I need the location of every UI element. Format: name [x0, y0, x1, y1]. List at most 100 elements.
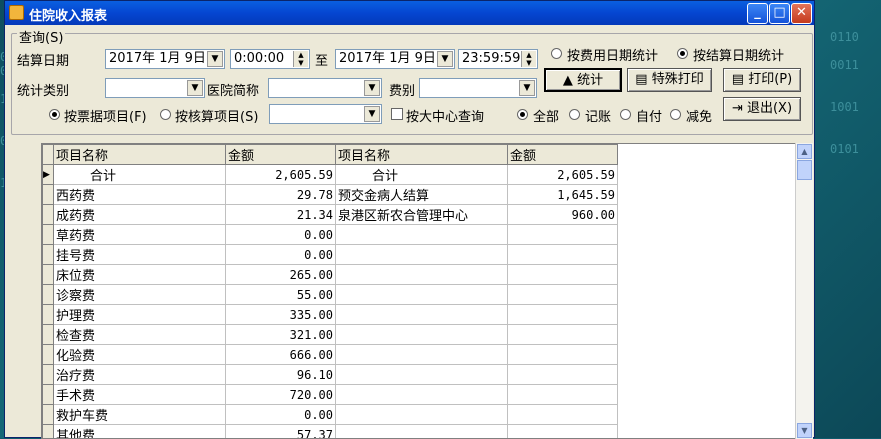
cell-amount[interactable]: 0.00	[226, 225, 336, 245]
cell-amount[interactable]: 720.00	[226, 385, 336, 405]
table-row[interactable]: 化验费666.00	[43, 345, 618, 365]
cell-item-name-2[interactable]	[336, 405, 508, 425]
cell-amount-2[interactable]	[508, 345, 618, 365]
cell-item-name[interactable]: 护理费	[54, 305, 226, 325]
waive-label[interactable]: 减免	[686, 106, 712, 125]
big-center-label[interactable]: 按大中心查询	[406, 106, 484, 125]
category-select[interactable]: ▼	[105, 78, 205, 98]
table-row[interactable]: 草药费0.00	[43, 225, 618, 245]
settle-date-radio[interactable]	[677, 48, 688, 59]
cell-amount-2[interactable]	[508, 325, 618, 345]
col-header-amount[interactable]: 金额	[226, 145, 336, 165]
chevron-down-icon[interactable]: ▼	[364, 106, 380, 122]
cell-amount[interactable]: 0.00	[226, 245, 336, 265]
cell-item-name[interactable]: 诊察费	[54, 285, 226, 305]
cell-item-name[interactable]: 挂号费	[54, 245, 226, 265]
credit-radio[interactable]	[569, 109, 580, 120]
cell-amount-2[interactable]	[508, 365, 618, 385]
cell-amount[interactable]: 29.78	[226, 185, 336, 205]
cell-item-name[interactable]: 成药费	[54, 205, 226, 225]
cell-item-name[interactable]: 救护车费	[54, 405, 226, 425]
start-time-field[interactable]: 0:00:00 ▲▼	[230, 49, 310, 69]
invoice-item-label[interactable]: 按票据项目(F)	[64, 106, 147, 125]
spinner-icon[interactable]: ▲▼	[293, 51, 308, 67]
cell-amount-2[interactable]	[508, 305, 618, 325]
special-print-button[interactable]: ▤ 特殊打印	[627, 68, 712, 92]
cell-item-name[interactable]: 草药费	[54, 225, 226, 245]
all-label[interactable]: 全部	[533, 106, 559, 125]
chevron-down-icon[interactable]: ▼	[519, 80, 535, 96]
cell-amount-2[interactable]: 2,605.59	[508, 165, 618, 185]
cell-item-name-2[interactable]: 合计	[336, 165, 508, 185]
cell-item-name[interactable]: 合计	[54, 165, 226, 185]
cell-amount[interactable]: 0.00	[226, 405, 336, 425]
fee-date-label[interactable]: 按费用日期统计	[567, 45, 658, 64]
cell-amount[interactable]: 55.00	[226, 285, 336, 305]
row-indicator[interactable]	[43, 225, 54, 245]
cell-item-name-2[interactable]	[336, 265, 508, 285]
row-indicator[interactable]	[43, 265, 54, 285]
cell-amount-2[interactable]	[508, 265, 618, 285]
scroll-down-icon[interactable]: ▼	[797, 423, 812, 438]
stat-button[interactable]: ▲ 统计	[544, 68, 622, 92]
cell-amount-2[interactable]	[508, 425, 618, 439]
start-date-picker[interactable]: 2017年 1月 9日 ▼	[105, 49, 225, 69]
row-indicator[interactable]	[43, 425, 54, 439]
cell-item-name-2[interactable]	[336, 305, 508, 325]
table-row[interactable]: 其他费57.37	[43, 425, 618, 439]
spinner-icon[interactable]: ▲▼	[521, 51, 536, 67]
cell-amount-2[interactable]	[508, 225, 618, 245]
cell-amount[interactable]: 2,605.59	[226, 165, 336, 185]
chevron-down-icon[interactable]: ▼	[207, 51, 223, 67]
credit-label[interactable]: 记账	[585, 106, 611, 125]
chevron-down-icon[interactable]: ▼	[364, 80, 380, 96]
cell-item-name-2[interactable]: 泉港区新农合管理中心	[336, 205, 508, 225]
cell-amount-2[interactable]	[508, 385, 618, 405]
self-pay-radio[interactable]	[620, 109, 631, 120]
cell-item-name[interactable]: 西药费	[54, 185, 226, 205]
fee-date-radio[interactable]	[551, 48, 562, 59]
self-pay-label[interactable]: 自付	[636, 106, 662, 125]
table-row[interactable]: 护理费335.00	[43, 305, 618, 325]
col-header-item-name-2[interactable]: 项目名称	[336, 145, 508, 165]
col-header-amount-2[interactable]: 金额	[508, 145, 618, 165]
current-row-indicator-icon[interactable]: ▶	[43, 165, 54, 185]
table-row[interactable]: 床位费265.00	[43, 265, 618, 285]
row-indicator[interactable]	[43, 185, 54, 205]
all-radio[interactable]	[517, 109, 528, 120]
cell-item-name-2[interactable]: 预交金病人结算	[336, 185, 508, 205]
cell-amount-2[interactable]	[508, 245, 618, 265]
scroll-thumb[interactable]	[797, 160, 812, 180]
exit-button[interactable]: ⇥ 退出(X)	[723, 97, 801, 121]
hospital-select[interactable]: ▼	[268, 78, 382, 98]
table-row[interactable]: 诊察费55.00	[43, 285, 618, 305]
cell-item-name-2[interactable]	[336, 245, 508, 265]
title-bar[interactable]: 住院收入报表 _ □ ✕	[5, 1, 814, 25]
big-center-checkbox[interactable]	[391, 108, 403, 120]
cell-amount[interactable]: 666.00	[226, 345, 336, 365]
table-row[interactable]: ▶合计2,605.59合计2,605.59	[43, 165, 618, 185]
cell-item-name-2[interactable]	[336, 425, 508, 439]
fee-type-select[interactable]: ▼	[419, 78, 537, 98]
cell-item-name-2[interactable]	[336, 345, 508, 365]
table-row[interactable]: 成药费21.34泉港区新农合管理中心960.00	[43, 205, 618, 225]
cell-item-name[interactable]: 化验费	[54, 345, 226, 365]
end-time-field[interactable]: 23:59:59 ▲▼	[458, 49, 538, 69]
table-row[interactable]: 救护车费0.00	[43, 405, 618, 425]
cell-item-name[interactable]: 其他费	[54, 425, 226, 439]
cell-amount[interactable]: 21.34	[226, 205, 336, 225]
cell-amount[interactable]: 265.00	[226, 265, 336, 285]
accounting-item-radio[interactable]	[160, 109, 171, 120]
table-row[interactable]: 手术费720.00	[43, 385, 618, 405]
cell-amount[interactable]: 321.00	[226, 325, 336, 345]
maximize-button[interactable]: □	[769, 3, 790, 24]
table-row[interactable]: 挂号费0.00	[43, 245, 618, 265]
item-select[interactable]: ▼	[269, 104, 382, 124]
cell-amount-2[interactable]: 960.00	[508, 205, 618, 225]
cell-item-name-2[interactable]	[336, 325, 508, 345]
cell-item-name[interactable]: 治疗费	[54, 365, 226, 385]
row-indicator[interactable]	[43, 365, 54, 385]
cell-item-name-2[interactable]	[336, 225, 508, 245]
row-indicator[interactable]	[43, 345, 54, 365]
cell-amount-2[interactable]	[508, 285, 618, 305]
